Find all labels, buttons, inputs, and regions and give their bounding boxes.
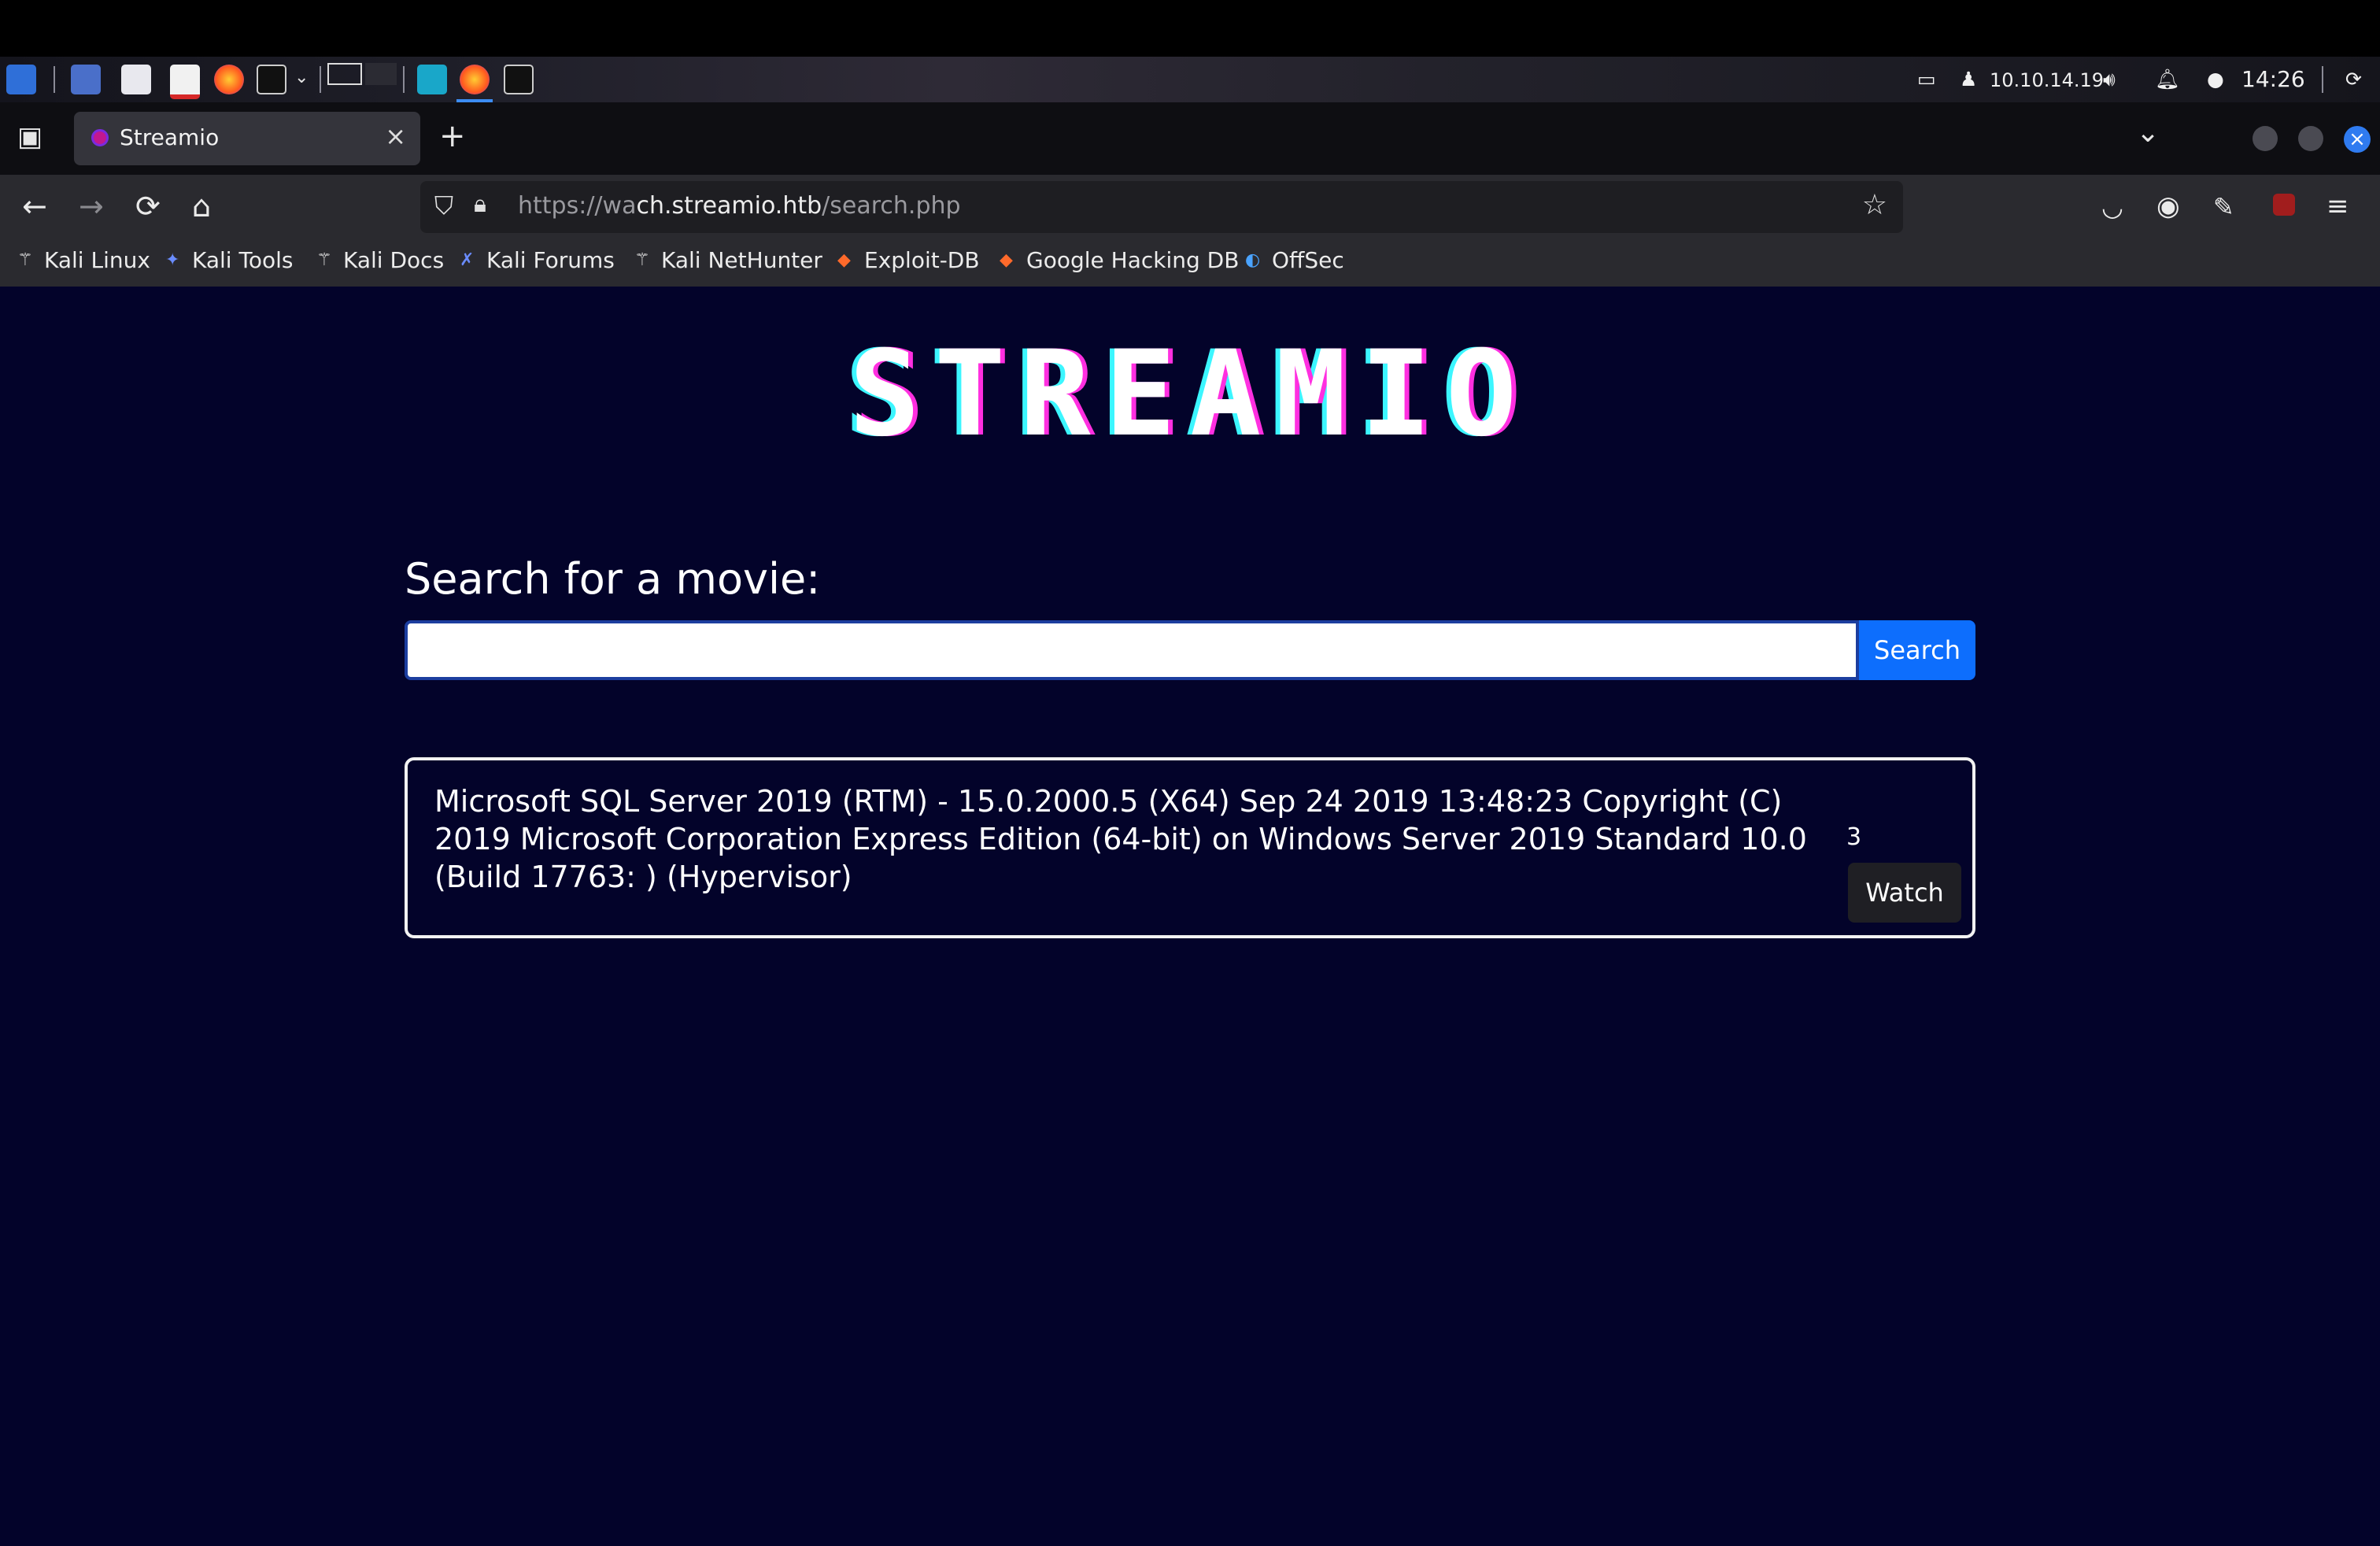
tab-streamio[interactable]: Streamio × [74, 112, 420, 165]
kali-dragon-icon: ⚚ [316, 250, 332, 270]
power-icon[interactable]: ● [2207, 68, 2224, 91]
panel-separator [2322, 66, 2323, 93]
terminal-icon[interactable] [257, 65, 286, 94]
search-label: Search for a movie: [405, 554, 821, 604]
ip-address: 10.10.14.19 [1990, 69, 2105, 91]
watch-button[interactable]: Watch [1848, 863, 1961, 923]
kali-tools-icon: ✦ [165, 250, 180, 270]
chevron-down-icon[interactable]: ⌄ [294, 68, 309, 87]
maximize-window-button[interactable] [2298, 126, 2323, 151]
result-title: Microsoft SQL Server 2019 (RTM) - 15.0.2… [434, 784, 1807, 894]
desktop-icon[interactable] [71, 65, 101, 94]
close-window-button[interactable]: × [2344, 126, 2371, 153]
refresh-session-icon[interactable]: ⟳ [2345, 68, 2362, 91]
lock-icon[interactable]: 🔒︎ [474, 190, 486, 218]
browser-nav-bar: ← → ⟳ ⌂ ⛉ 🔒︎ https://wach.streamio.htb/s… [0, 175, 2380, 241]
pocket-icon[interactable]: ◡ [2101, 192, 2123, 222]
bookmark-kali-tools[interactable]: ✦ Kali Tools [165, 247, 293, 273]
vpn-user-icon: ♟ [1960, 68, 1978, 91]
minimize-window-button[interactable] [2252, 126, 2278, 151]
volume-icon[interactable]: 🔊︎ [2103, 68, 2116, 91]
bookmark-kali-nethunter[interactable]: ⚚ Kali NetHunter [634, 247, 822, 273]
tracking-shield-icon[interactable]: ⛉ [434, 190, 453, 221]
bookmark-kali-linux[interactable]: ⚚ Kali Linux [17, 247, 150, 273]
streamio-logo: STREAMIO [848, 326, 1532, 463]
page-content: STREAMIO Search for a movie: Search Micr… [0, 287, 2380, 1546]
search-input[interactable] [405, 620, 1859, 680]
tab-title: Streamio [120, 124, 220, 150]
screen-top-border [0, 0, 2380, 57]
exploit-db-icon: ◆ [1000, 250, 1013, 270]
url-bar[interactable]: ⛉ 🔒︎ https://wach.streamio.htb/search.ph… [420, 181, 1903, 233]
account-icon[interactable]: ◉ [2156, 190, 2180, 222]
streamio-favicon-icon [91, 129, 109, 146]
bookmarks-bar: ⚚ Kali Linux ✦ Kali Tools ⚚ Kali Docs ✗ Kali… [0, 241, 2380, 287]
clock: 14:26 [2241, 66, 2305, 92]
back-icon[interactable]: ← [22, 189, 47, 224]
close-icon[interactable]: × [385, 121, 406, 151]
kali-dragon-icon: ⚚ [17, 250, 33, 270]
file-manager-icon[interactable] [121, 65, 151, 94]
panel-separator [403, 66, 405, 93]
home-icon[interactable]: ⌂ [192, 189, 211, 224]
extensions-icon[interactable]: ✎ [2213, 192, 2234, 222]
bookmark-exploit-db[interactable]: ◆ Exploit-DB [837, 247, 980, 273]
workspace-2[interactable] [365, 63, 397, 85]
search-button[interactable]: Search [1859, 620, 1975, 680]
text-editor-icon[interactable] [170, 65, 200, 99]
screen-icon[interactable]: ▭ [1917, 68, 1936, 91]
kali-menu-icon[interactable] [6, 65, 36, 94]
firefox-icon[interactable] [214, 65, 244, 94]
result-card: Microsoft SQL Server 2019 (RTM) - 15.0.2… [405, 757, 1975, 938]
bookmark-kali-forums[interactable]: ✗ Kali Forums [460, 247, 615, 273]
bookmark-star-icon[interactable]: ☆ [1862, 189, 1887, 221]
tab-overview-icon[interactable]: ▣ [17, 121, 42, 153]
ublock-icon[interactable] [2273, 194, 2295, 216]
new-tab-icon[interactable]: + [439, 118, 466, 154]
offsec-icon: ◐ [1245, 250, 1261, 270]
browser-tab-bar: ▣ Streamio × + ⌄ × [0, 102, 2380, 175]
workspace-1[interactable] [327, 63, 362, 85]
burp-icon[interactable] [417, 65, 447, 94]
url-text[interactable]: https://wach.streamio.htb/search.php [518, 192, 961, 220]
bell-icon[interactable]: 🔔︎ [2155, 68, 2180, 91]
bookmark-google-hacking-db[interactable]: ◆ Google Hacking DB [1000, 247, 1239, 273]
panel-separator [320, 66, 321, 93]
desktop-panel: ⌄ ▭ ♟ 10.10.14.19 🔊︎ 🔔︎ ● 14:26 ⟳ [0, 57, 2380, 102]
bookmark-offsec[interactable]: ◐ OffSec [1245, 247, 1344, 273]
kali-forums-icon: ✗ [460, 250, 475, 270]
kali-dragon-icon: ⚚ [634, 250, 650, 270]
exploit-db-icon: ◆ [837, 250, 851, 270]
terminal-task-icon[interactable] [504, 65, 534, 94]
forward-icon[interactable]: → [79, 189, 104, 224]
result-count: 3 [1846, 823, 1862, 851]
list-tabs-icon[interactable]: ⌄ [2136, 117, 2160, 149]
panel-separator [54, 66, 55, 93]
firefox-task-icon[interactable] [460, 65, 490, 94]
bookmark-kali-docs[interactable]: ⚚ Kali Docs [316, 247, 444, 273]
reload-icon[interactable]: ⟳ [135, 189, 161, 224]
menu-icon[interactable]: ≡ [2326, 190, 2349, 222]
